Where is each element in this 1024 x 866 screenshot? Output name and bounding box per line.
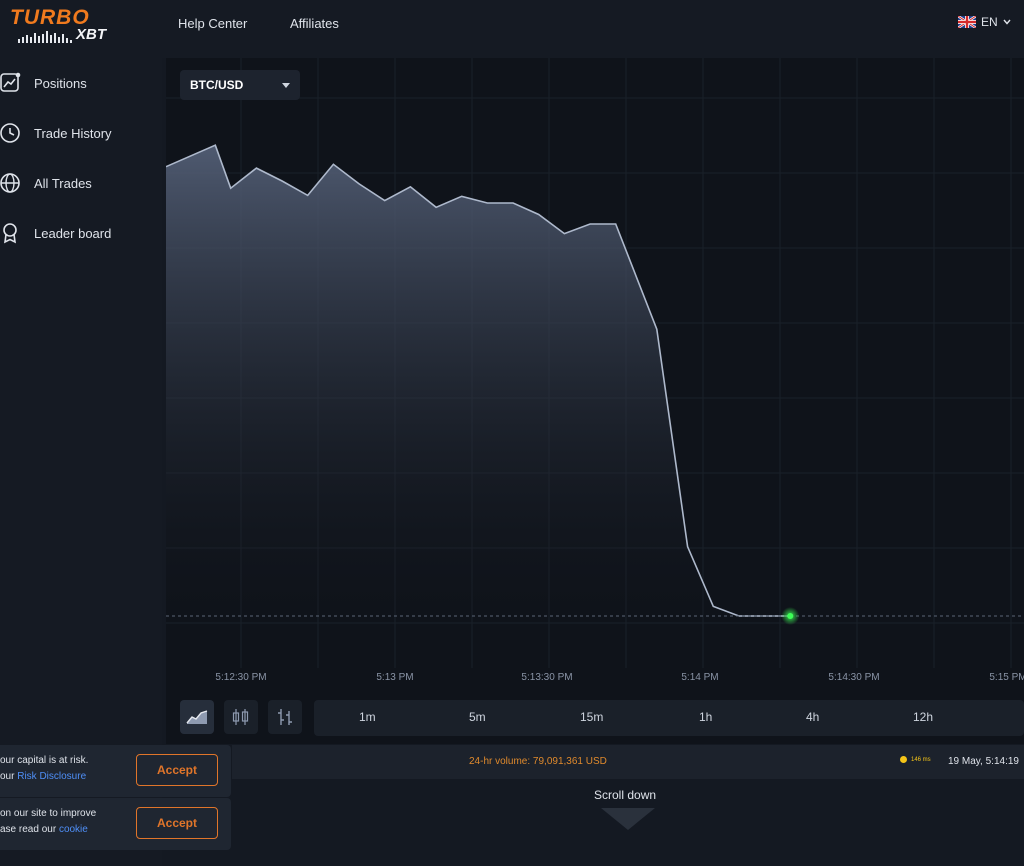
timeframe-12h[interactable]: 12h	[913, 710, 933, 724]
area-chart-button[interactable]	[180, 700, 214, 734]
uk-flag-icon	[958, 16, 976, 28]
pair-label: BTC/USD	[190, 78, 244, 92]
chart-line-icon	[0, 72, 21, 92]
risk-notice-line2: our Risk Disclosure	[0, 771, 86, 782]
cookie-notice: on our site to improve ase read our cook…	[0, 798, 231, 850]
sidebar-item-label: All Trades	[34, 175, 92, 191]
top-bar: TURBO XBT Help Center Affiliates EN	[0, 0, 1024, 58]
bar-chart-icon	[278, 709, 292, 725]
logo-bars-icon	[18, 31, 72, 43]
accept-cookie-button[interactable]: Accept	[136, 807, 218, 839]
chart-toolbar: 1m 5m 15m 1h 4h 12h	[166, 700, 1024, 738]
latency-indicator: 146 ms	[900, 756, 931, 763]
accept-risk-button[interactable]: Accept	[136, 754, 218, 786]
scroll-down-arrow-icon[interactable]	[601, 808, 655, 830]
candlestick-button[interactable]	[224, 700, 258, 734]
volume-24h: 24-hr volume: 79,091,361 USD	[469, 756, 607, 767]
cookie-notice-line2: ase read our cookie	[0, 824, 88, 835]
sidebar-item-positions[interactable]: Positions	[0, 72, 87, 94]
risk-disclosure-link[interactable]: Risk Disclosure	[17, 771, 86, 782]
timeframe-1m[interactable]: 1m	[359, 710, 376, 724]
award-icon	[3, 223, 17, 244]
chevron-down-icon	[1003, 19, 1011, 25]
status-dot-icon	[900, 756, 907, 763]
pair-selector[interactable]: BTC/USD	[180, 70, 300, 100]
cookie-link[interactable]: cookie	[59, 824, 88, 835]
nav-help-center[interactable]: Help Center	[178, 16, 247, 31]
x-tick-label: 5:13 PM	[376, 672, 413, 683]
language-selector[interactable]: EN	[958, 15, 1011, 29]
chevron-down-icon	[282, 82, 290, 88]
globe-icon	[0, 173, 20, 193]
current-price-dot	[787, 613, 794, 619]
sidebar-item-trade-history[interactable]: Trade History	[0, 122, 112, 144]
language-label: EN	[981, 15, 998, 29]
timeframe-4h[interactable]: 4h	[806, 710, 819, 724]
timeframe-15m[interactable]: 15m	[580, 710, 603, 724]
x-tick-label: 5:14:30 PM	[828, 672, 879, 683]
candlestick-icon	[232, 709, 249, 725]
risk-notice-text: our capital is at risk.	[0, 755, 89, 766]
timeframe-5m[interactable]: 5m	[469, 710, 486, 724]
turboxbt-logo[interactable]: TURBO XBT	[10, 6, 120, 46]
status-bar: 24-hr volume: 79,091,361 USD 146 ms 19 M…	[232, 745, 1024, 779]
x-tick-label: 5:14 PM	[681, 672, 718, 683]
server-time: 19 May, 5:14:19	[948, 756, 1019, 767]
x-tick-label: 5:12:30 PM	[215, 672, 266, 683]
bar-chart-button[interactable]	[268, 700, 302, 734]
sidebar-item-label: Positions	[34, 75, 87, 91]
sidebar-item-leader-board[interactable]: Leader board	[0, 222, 111, 244]
risk-notice: our capital is at risk. our Risk Disclos…	[0, 745, 231, 797]
sidebar-item-label: Leader board	[34, 225, 112, 241]
clock-icon	[0, 123, 20, 143]
timeframe-1h[interactable]: 1h	[699, 710, 712, 724]
price-chart[interactable]: 5:12:30 PM 5:13 PM 5:13:30 PM 5:14 PM 5:14:3…	[166, 58, 1024, 688]
nav-affiliates[interactable]: Affiliates	[290, 16, 339, 31]
logo-text-xbt: XBT	[76, 26, 106, 43]
x-axis-ticks: 5:12:30 PM 5:13 PM 5:13:30 PM 5:14 PM 5:14:3…	[215, 672, 1024, 683]
scroll-down-label: Scroll down	[594, 788, 657, 802]
x-tick-label: 5:15 PM	[989, 672, 1024, 683]
risk-notice-prefix: our	[0, 771, 18, 782]
sidebar-item-all-trades[interactable]: All Trades	[0, 172, 92, 194]
sidebar-item-label: Trade History	[34, 125, 112, 141]
chart-area-fill	[166, 145, 791, 616]
area-chart-icon	[186, 710, 208, 724]
timeframe-selector: 1m 5m 15m 1h 4h 12h	[314, 700, 1024, 736]
x-tick-label: 5:13:30 PM	[521, 672, 572, 683]
latency-value: 146 ms	[911, 756, 931, 763]
cookie-notice-text: on our site to improve	[0, 808, 97, 819]
cookie-notice-prefix: ase read our	[0, 824, 59, 835]
